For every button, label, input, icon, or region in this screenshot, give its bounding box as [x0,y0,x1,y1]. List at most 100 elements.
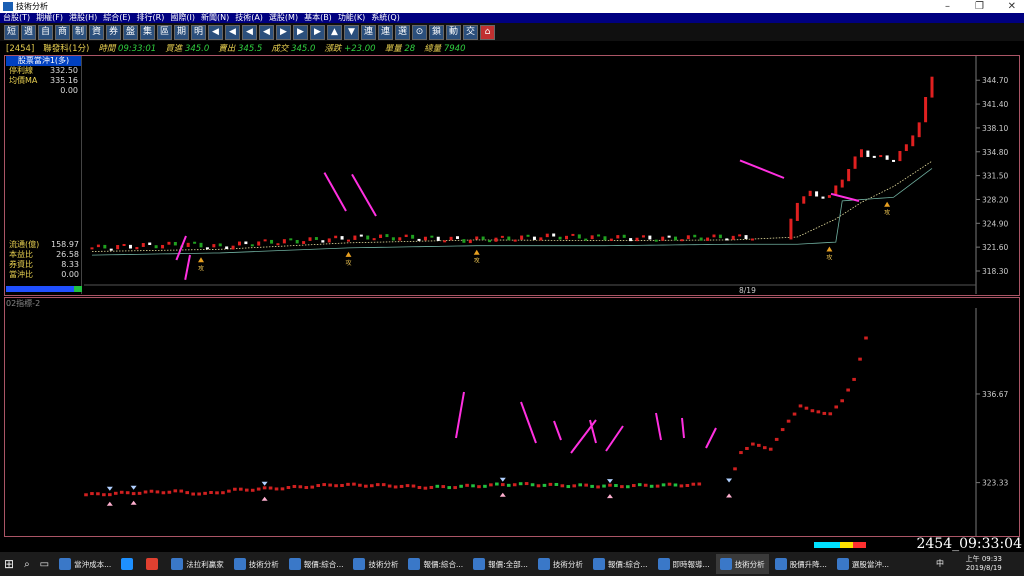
menu-item-11[interactable]: 系統(Q) [368,13,403,23]
toolbar-button-7[interactable]: 盤 [123,24,138,40]
menu-item-7[interactable]: 技術(A) [232,13,266,23]
toolbar-button-10[interactable]: 期 [174,24,189,40]
buy-signal-label: 攻 [826,253,832,261]
taskbar-item-8[interactable]: 報價:全部... [469,554,532,574]
taskbar-item-14[interactable]: 選股當沖... [833,554,893,574]
toolbar-button-25[interactable]: 鎖 [429,24,444,40]
taskbar-item-13[interactable]: 股價升降... [771,554,831,574]
toolbar-button-0[interactable]: 短 [4,24,19,40]
taskbar-items: 當沖成本... 法拉利贏家 技術分析 報價:綜合... 技術分析 報價:綜合... 報價:全… [55,554,895,574]
toolbar-button-18[interactable]: ▶ [310,24,325,40]
indicator-bar [846,388,850,392]
indicator-bar [417,485,422,489]
candle [488,240,492,243]
toolbar-button-16[interactable]: ▶ [276,24,291,40]
annotation-arrow [520,401,537,444]
candle [244,241,248,245]
toolbar-button-14[interactable]: ◀ [242,24,257,40]
scroll-bar[interactable] [6,286,82,292]
menu-item-1[interactable]: 期權(F) [33,13,66,23]
total-value: 7940 [443,44,466,54]
indicator-bar [233,487,237,491]
taskbar-item-3[interactable]: 法拉利贏家 [167,554,228,574]
search-icon[interactable]: ⌕ [20,554,34,574]
toolbar-button-1[interactable]: 週 [21,24,36,40]
menu-item-5[interactable]: 國際(I) [167,13,198,23]
toolbar-button-8[interactable]: 集 [140,24,155,40]
close-icon[interactable]: ✕ [1008,0,1016,13]
tray-date: 2019/8/19 [965,564,1002,572]
total-label: 總量 [424,44,442,54]
toolbar-button-2[interactable]: 自 [38,24,53,40]
toolbar-button-21[interactable]: 連 [361,24,376,40]
toolbar-button-22[interactable]: 連 [378,24,393,40]
volume-value: 28 [404,44,416,54]
minimize-icon[interactable]: – [945,0,950,13]
toolbar-button-27[interactable]: 交 [463,24,478,40]
y-tick-label: 334.80 [982,148,1008,157]
lower-y-tick-label: 323.33 [982,479,1008,488]
candle [411,234,415,239]
toolbar-button-23[interactable]: 選 [395,24,410,40]
toolbar-button-15[interactable]: ◀ [259,24,274,40]
menu-item-3[interactable]: 綜合(E) [100,13,133,23]
upper-candlestick-chart[interactable]: 344.70 341.40 338.10 334.80 331.50 328.20 324.… [84,56,1020,294]
candle [808,190,812,197]
menu-item-6[interactable]: 新聞(N) [198,13,232,23]
toolbar-button-12[interactable]: ◀ [208,24,223,40]
taskbar-item-12[interactable]: 技術分析 [715,554,769,574]
buy-signal-marker [345,251,352,257]
menu-item-9[interactable]: 基本(B) [301,13,335,23]
strategy-row: 均價MA 335.16 [6,76,81,86]
lower-indicator-chart[interactable]: 336.67 323.33 [6,308,1020,536]
annotation-arrow [323,172,347,212]
taskbar-item-0[interactable]: 當沖成本... [55,554,115,574]
indicator-bar [816,410,821,414]
toolbar-button-6[interactable]: 券 [106,24,121,40]
start-icon[interactable]: ⊞ [0,554,18,574]
candle [847,169,851,182]
taskbar-item-1[interactable] [117,554,140,574]
indicator-bar [602,484,606,488]
toolbar-button-9[interactable]: 區 [157,24,172,40]
taskbar-item-11[interactable]: 即時報導... [654,554,714,574]
toolbar-button-26[interactable]: 動 [446,24,461,40]
indicator-bar [465,483,469,487]
tray-language[interactable]: 中 [936,558,944,569]
toolbar-button-17[interactable]: ▶ [293,24,308,40]
taskbar-item-2[interactable] [142,554,165,574]
indicator-bar [441,485,446,489]
toolbar-button-13[interactable]: ◀ [225,24,240,40]
toolbar-button-20[interactable]: ▼ [344,24,359,40]
buy-signal-label: 攻 [198,264,204,272]
candle [590,235,594,240]
toolbar-button-5[interactable]: 資 [89,24,104,40]
taskbar-item-9[interactable]: 技術分析 [534,554,587,574]
toolbar-button-28[interactable]: ⌂ [480,24,495,40]
menu-item-4[interactable]: 排行(R) [134,13,168,23]
taskbar-item-4[interactable]: 技術分析 [230,554,283,574]
toolbar-button-3[interactable]: 商 [55,24,70,40]
toolbar-button-19[interactable]: ▲ [327,24,342,40]
maximize-icon[interactable]: ❐ [975,0,984,13]
taskbar-item-7[interactable]: 報價:綜合... [404,554,467,574]
candle [853,156,857,169]
taskbar-item-6[interactable]: 技術分析 [349,554,402,574]
toolbar-button-4[interactable]: 制 [72,24,87,40]
taskbar-item-10[interactable]: 報價:綜合... [589,554,652,574]
menu-item-2[interactable]: 港股(H) [66,13,100,23]
strategy-value: 335.16 [50,76,78,85]
menu-item-10[interactable]: 功能(K) [335,13,369,23]
menu-item-0[interactable]: 台股(T) [0,13,33,23]
indicator-bar [780,428,785,432]
toolbar-button-24[interactable]: ⊙ [412,24,427,40]
menu-item-8[interactable]: 選股(M) [266,13,301,23]
candle [629,238,633,242]
candle [795,202,799,221]
toolbar-button-11[interactable]: 明 [191,24,206,40]
indicator-bar [643,483,648,487]
strategy-title[interactable]: 股票當沖1(多) [6,56,81,66]
indicator-bar [167,490,172,494]
taskbar-item-5[interactable]: 報價:綜合... [285,554,348,574]
task-view-icon[interactable]: ▭ [36,554,53,574]
